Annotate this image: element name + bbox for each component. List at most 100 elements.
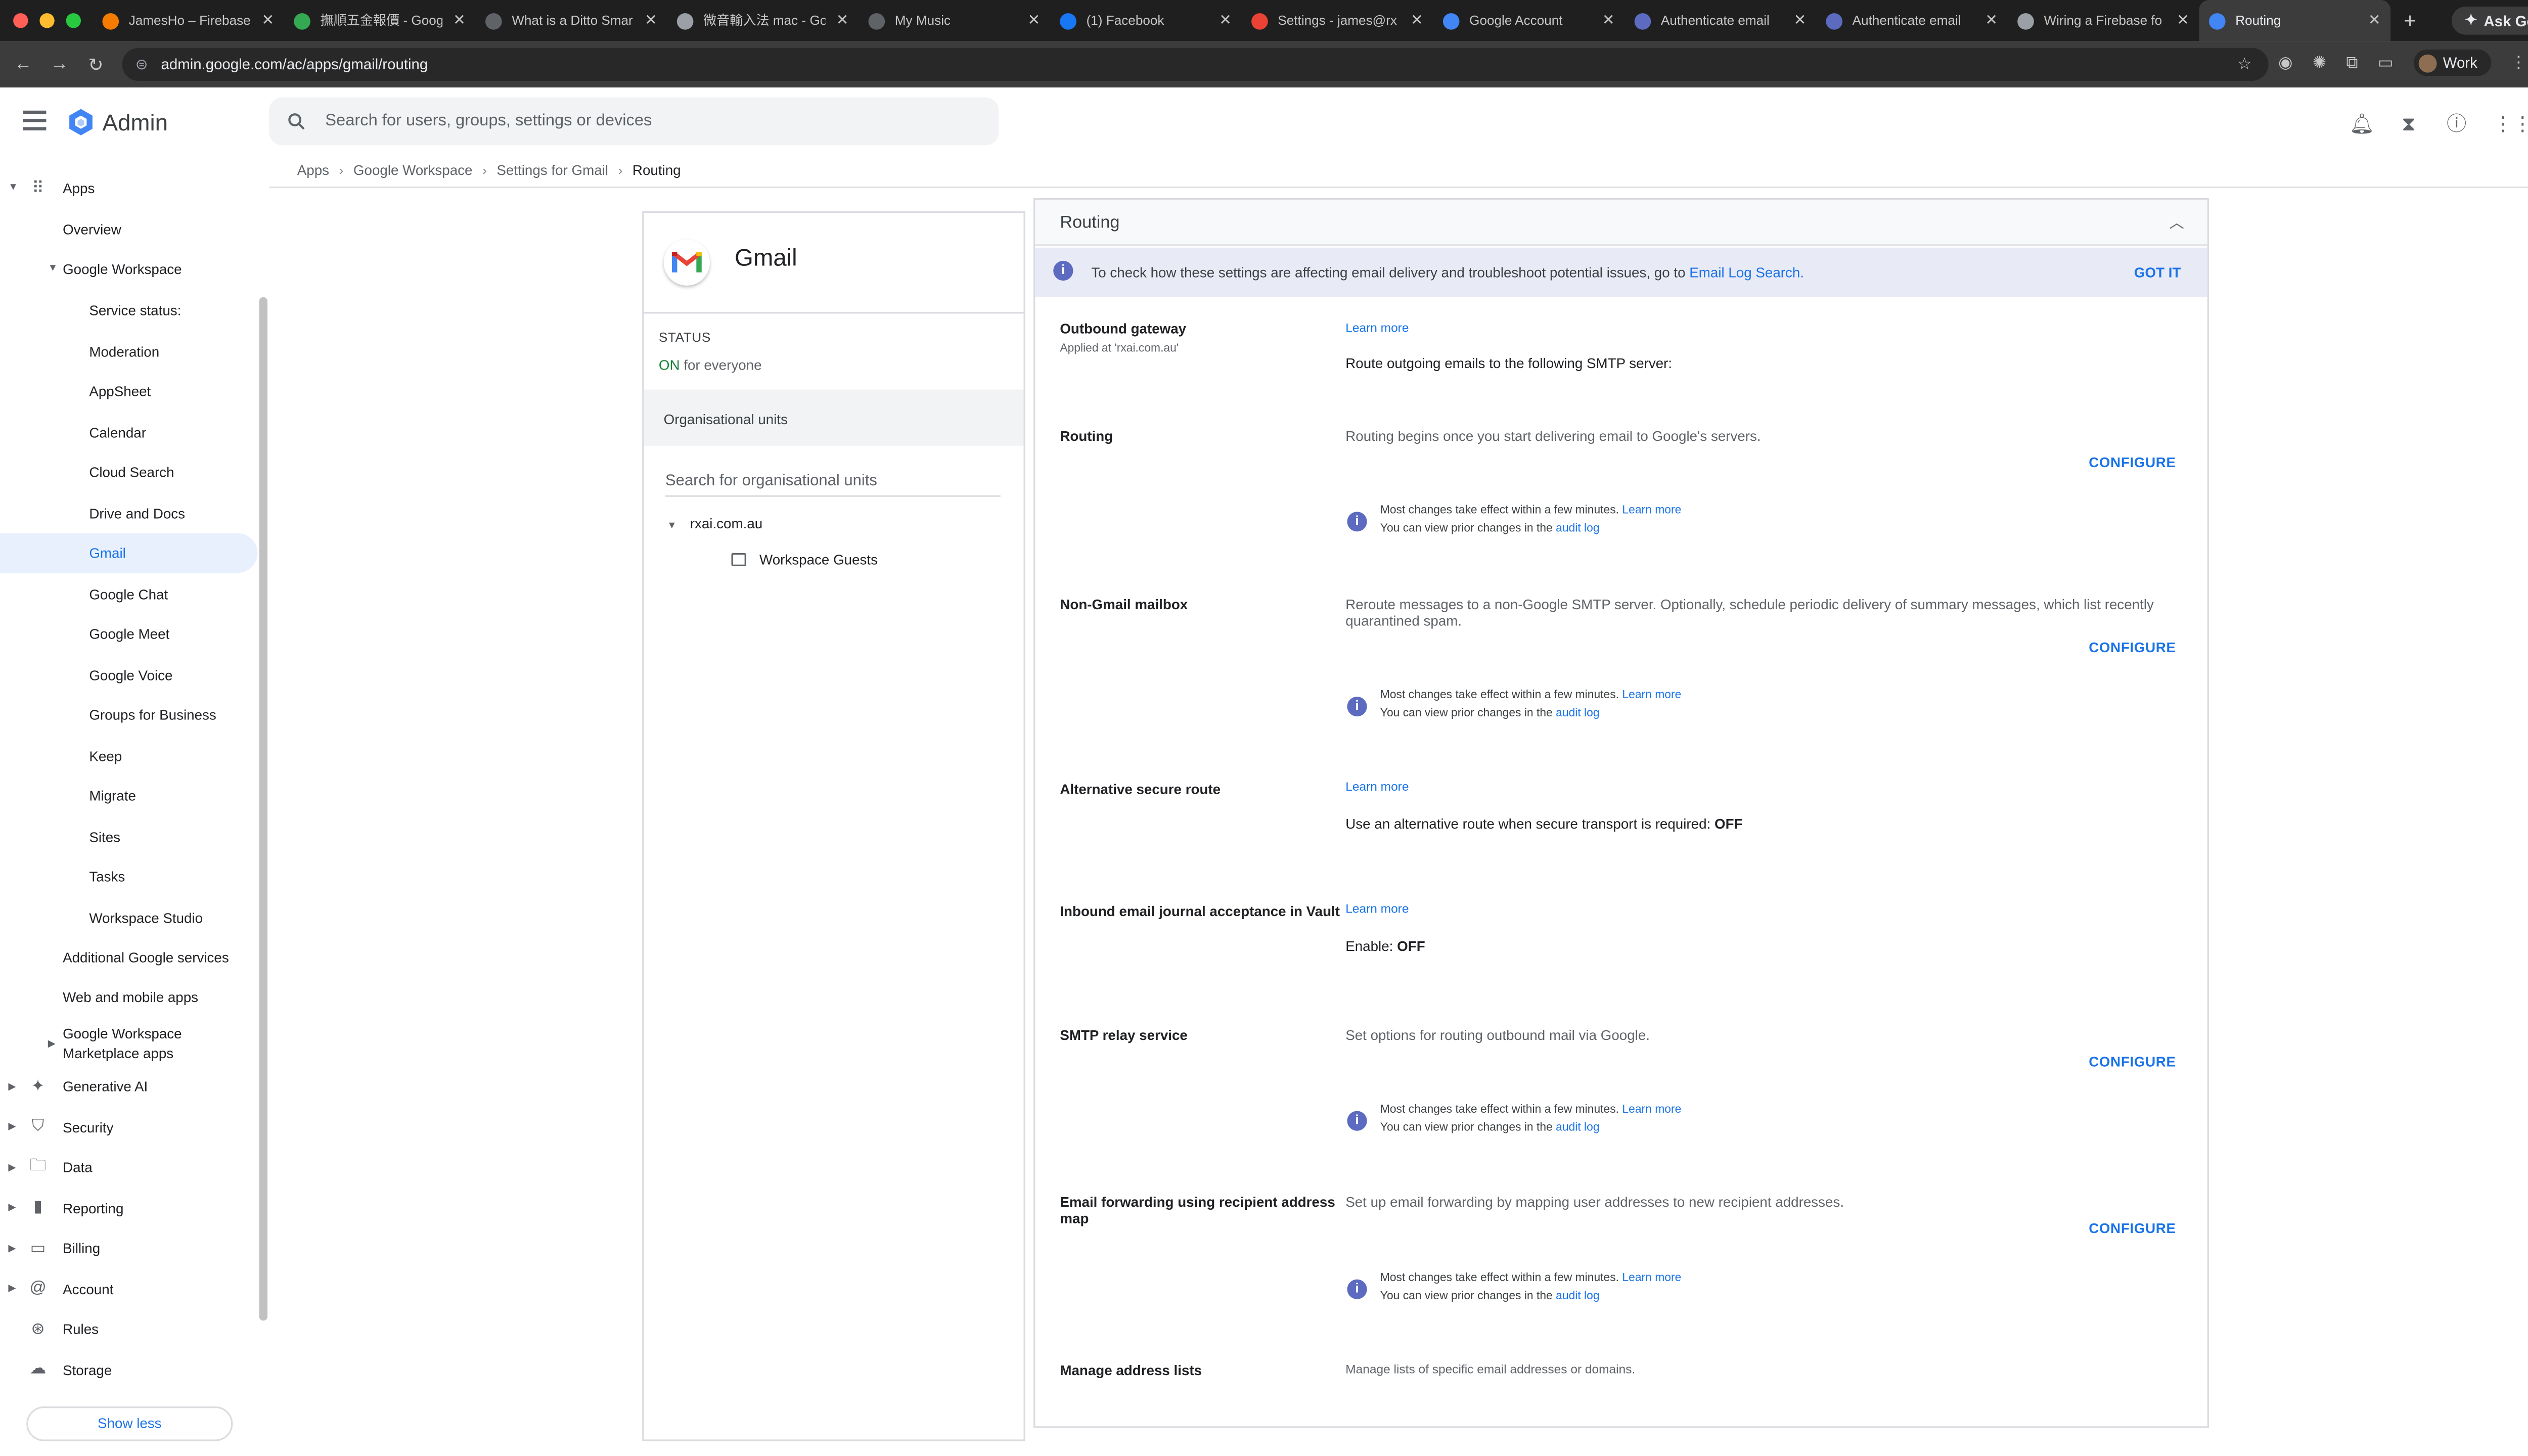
audit-log-link[interactable]: audit log (1556, 1290, 1599, 1302)
ou-tree-root[interactable]: ▼ rxai.com.au (667, 515, 762, 532)
forward-arrow-icon[interactable]: → (41, 55, 78, 74)
chevron-up-icon[interactable]: ︿ (2170, 211, 2184, 233)
sidebar-item-service[interactable]: Google Meet (0, 614, 257, 654)
sidebar-item-service[interactable]: Service status: (0, 291, 257, 330)
show-less-button[interactable]: Show less (26, 1406, 233, 1441)
learn-more-link[interactable]: Learn more (1622, 505, 1681, 517)
email-forwarding-configure-button[interactable]: CONFIGURE (2089, 1220, 2176, 1237)
browser-tab[interactable]: 微音輸入法 mac - Go ✕ (667, 0, 859, 41)
learn-more-link[interactable]: Learn more (1345, 320, 1409, 335)
browser-tab[interactable]: Settings - james@rx ✕ (1242, 0, 1433, 41)
tab-close-icon[interactable]: ✕ (261, 12, 274, 30)
sidebar-item-top-level[interactable]: ▶ 🗀︎ Data (0, 1147, 257, 1187)
notifications-bell-icon[interactable]: 🔔︎ (2350, 112, 2375, 135)
extension-sun-icon[interactable]: ✺ (2313, 54, 2326, 72)
tab-close-icon[interactable]: ✕ (453, 12, 466, 30)
breadcrumb-google-workspace[interactable]: Google Workspace (353, 162, 473, 178)
learn-more-link[interactable]: Learn more (1622, 690, 1681, 702)
ou-tree-child[interactable]: Workspace Guests (731, 552, 878, 568)
help-icon[interactable]: ⓘ (2445, 112, 2468, 135)
sidebar-item-service[interactable]: Gmail (0, 533, 258, 573)
minimize-window-button[interactable] (39, 13, 55, 28)
tab-close-icon[interactable]: ✕ (1219, 12, 1232, 30)
reload-icon[interactable]: ↻ (77, 54, 114, 75)
learn-more-link[interactable]: Learn more (1622, 1273, 1681, 1285)
browser-tab[interactable]: Routing ✕ (2199, 0, 2391, 41)
sidebar-item-service[interactable]: Google Voice (0, 655, 257, 694)
tab-close-icon[interactable]: ✕ (1027, 12, 1040, 30)
ask-gemini-button[interactable]: ✦ Ask Gemini (2451, 7, 2528, 35)
sidebar-item-marketplace-apps[interactable]: ▶ Google Workspace Marketplace apps (0, 1022, 257, 1065)
browser-tab[interactable]: What is a Ditto Smar ✕ (475, 0, 667, 41)
expanded-arrow-icon[interactable]: ▼ (667, 522, 676, 532)
browser-tab[interactable]: (1) Facebook ✕ (1050, 0, 1242, 41)
side-panel-icon[interactable]: ▭ (2378, 54, 2394, 72)
sidebar-item-service[interactable]: Migrate (0, 776, 257, 815)
main-menu-icon[interactable] (23, 110, 47, 135)
sidebar-item-service[interactable]: Google Chat (0, 574, 257, 613)
sidebar-item-top-level[interactable]: ⊛ Rules (0, 1309, 257, 1348)
email-log-search-link[interactable]: Email Log Search. (1689, 264, 1804, 281)
browser-tab[interactable]: My Music ✕ (859, 0, 1050, 41)
browser-tab[interactable]: Google Account ✕ (1433, 0, 1624, 41)
sidebar-item-service[interactable]: Drive and Docs (0, 493, 257, 532)
bookmark-star-icon[interactable]: ☆ (2237, 55, 2252, 73)
audit-log-link[interactable]: audit log (1556, 522, 1599, 534)
breadcrumb-apps[interactable]: Apps (297, 162, 329, 178)
new-tab-button[interactable]: + (2390, 8, 2429, 33)
browser-tab[interactable]: Authenticate email ✕ (1816, 0, 2008, 41)
tab-close-icon[interactable]: ✕ (645, 12, 657, 30)
browser-menu-icon[interactable]: ⋮ (2510, 54, 2527, 72)
sidebar-item-service[interactable]: Groups for Business (0, 695, 257, 735)
sidebar-item-google-workspace[interactable]: ▼ Google Workspace (0, 249, 257, 289)
audit-log-link[interactable]: audit log (1556, 1122, 1599, 1133)
site-info-icon[interactable]: ⊜ (136, 55, 148, 73)
tab-close-icon[interactable]: ✕ (2368, 12, 2381, 30)
learn-more-link[interactable]: Learn more (1622, 1104, 1681, 1116)
ou-search-input[interactable]: Search for organisational units (665, 472, 1001, 497)
sidebar-item-web-mobile-apps[interactable]: Web and mobile apps (0, 977, 257, 1017)
got-it-button[interactable]: GOT IT (2134, 264, 2181, 281)
learn-more-link[interactable]: Learn more (1345, 901, 1409, 916)
tab-close-icon[interactable]: ✕ (1794, 12, 1807, 30)
extension-icon[interactable]: ◉ (2278, 54, 2293, 72)
sidebar-item-top-level[interactable]: ▶ ▮ Reporting (0, 1188, 257, 1227)
sidebar-item-service[interactable]: Calendar (0, 412, 257, 451)
sidebar-item-additional-services[interactable]: Additional Google services (0, 938, 257, 977)
sidebar-item-overview[interactable]: Overview (0, 210, 257, 249)
extensions-puzzle-icon[interactable]: ⧉ (2346, 54, 2358, 72)
breadcrumb-settings-for-gmail[interactable]: Settings for Gmail (496, 162, 608, 178)
routing-configure-button[interactable]: CONFIGURE (2089, 454, 2176, 471)
sidebar-item-service[interactable]: Workspace Studio (0, 897, 257, 937)
sidebar-item-service[interactable]: Sites (0, 816, 257, 856)
sidebar-item-top-level[interactable]: ▶ ▭ Billing (0, 1228, 257, 1267)
panel-header[interactable]: Routing ︿ (1035, 200, 2207, 246)
tab-close-icon[interactable]: ✕ (836, 12, 849, 30)
sidebar-item-service[interactable]: Moderation (0, 331, 257, 371)
sidebar-item-top-level[interactable]: ▶ @ Account (0, 1268, 257, 1308)
sidebar-item-service[interactable]: Cloud Search (0, 452, 257, 492)
tab-close-icon[interactable]: ✕ (2177, 12, 2189, 30)
learn-more-link[interactable]: Learn more (1345, 779, 1409, 794)
close-window-button[interactable] (13, 13, 28, 28)
sidebar-item-apps[interactable]: ▼ ⠿ Apps (0, 168, 257, 208)
sidebar-item-service[interactable]: Keep (0, 736, 257, 775)
tab-close-icon[interactable]: ✕ (1602, 12, 1615, 30)
zoom-window-button[interactable] (66, 13, 81, 28)
sidebar-item-top-level[interactable]: ☁︎ Storage (0, 1349, 257, 1389)
tab-close-icon[interactable]: ✕ (1411, 12, 1423, 30)
audit-log-link[interactable]: audit log (1556, 707, 1599, 719)
smtp-relay-configure-button[interactable]: CONFIGURE (2089, 1053, 2176, 1070)
apps-grid-icon[interactable]: ⋮⋮ (2493, 112, 2528, 135)
browser-tab[interactable]: Authenticate email ✕ (1624, 0, 1816, 41)
browser-tab[interactable]: Wiring a Firebase fo ✕ (2008, 0, 2199, 41)
profile-button[interactable]: Work (2413, 49, 2491, 76)
non-gmail-configure-button[interactable]: CONFIGURE (2089, 639, 2176, 656)
tab-close-icon[interactable]: ✕ (1985, 12, 1998, 30)
sidebar-scrollbar[interactable] (259, 297, 267, 1321)
sidebar-item-service[interactable]: Tasks (0, 857, 257, 896)
browser-tab[interactable]: JamesHo – Firebase ✕ (93, 0, 284, 41)
back-arrow-icon[interactable]: ← (5, 55, 41, 74)
tasks-hourglass-icon[interactable]: ⧗ (2397, 112, 2420, 135)
admin-search-input[interactable]: Search for users, groups, settings or de… (269, 97, 999, 146)
